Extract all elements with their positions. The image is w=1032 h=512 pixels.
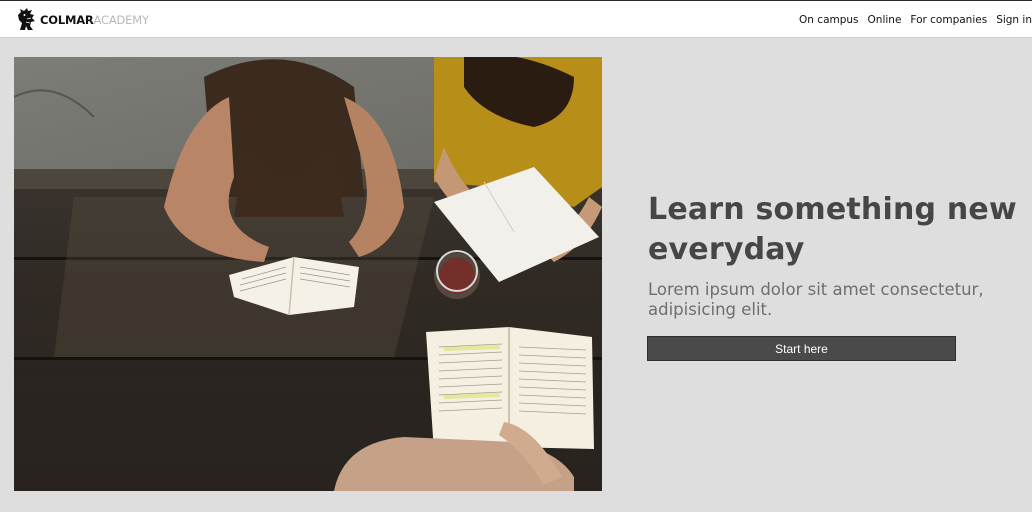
nav-on-campus[interactable]: On campus xyxy=(799,14,858,26)
hero-headline: Learn something new everyday xyxy=(648,192,1017,267)
main-nav: On campus Online For companies Sign in xyxy=(799,12,1032,28)
site-header: COLMARACADEMY On campus Online For compa… xyxy=(0,1,1032,38)
logo-brand: COLMAR xyxy=(40,13,94,27)
hero-subline: Lorem ipsum dolor sit amet consectetur, … xyxy=(648,280,984,319)
nav-for-companies[interactable]: For companies xyxy=(910,14,987,26)
logo-sub: ACADEMY xyxy=(93,13,149,27)
rearing-lion-crest-icon xyxy=(18,8,35,30)
nav-sign-in[interactable]: Sign in xyxy=(996,14,1032,26)
nav-online[interactable]: Online xyxy=(868,14,902,26)
hero-photo xyxy=(14,57,602,491)
logo-text: COLMARACADEMY xyxy=(40,13,149,27)
logo-link[interactable]: COLMARACADEMY xyxy=(15,7,149,31)
start-here-button[interactable]: Start here xyxy=(647,336,956,361)
hero-copy: Learn something new everyday Lorem ipsum… xyxy=(648,190,1028,320)
